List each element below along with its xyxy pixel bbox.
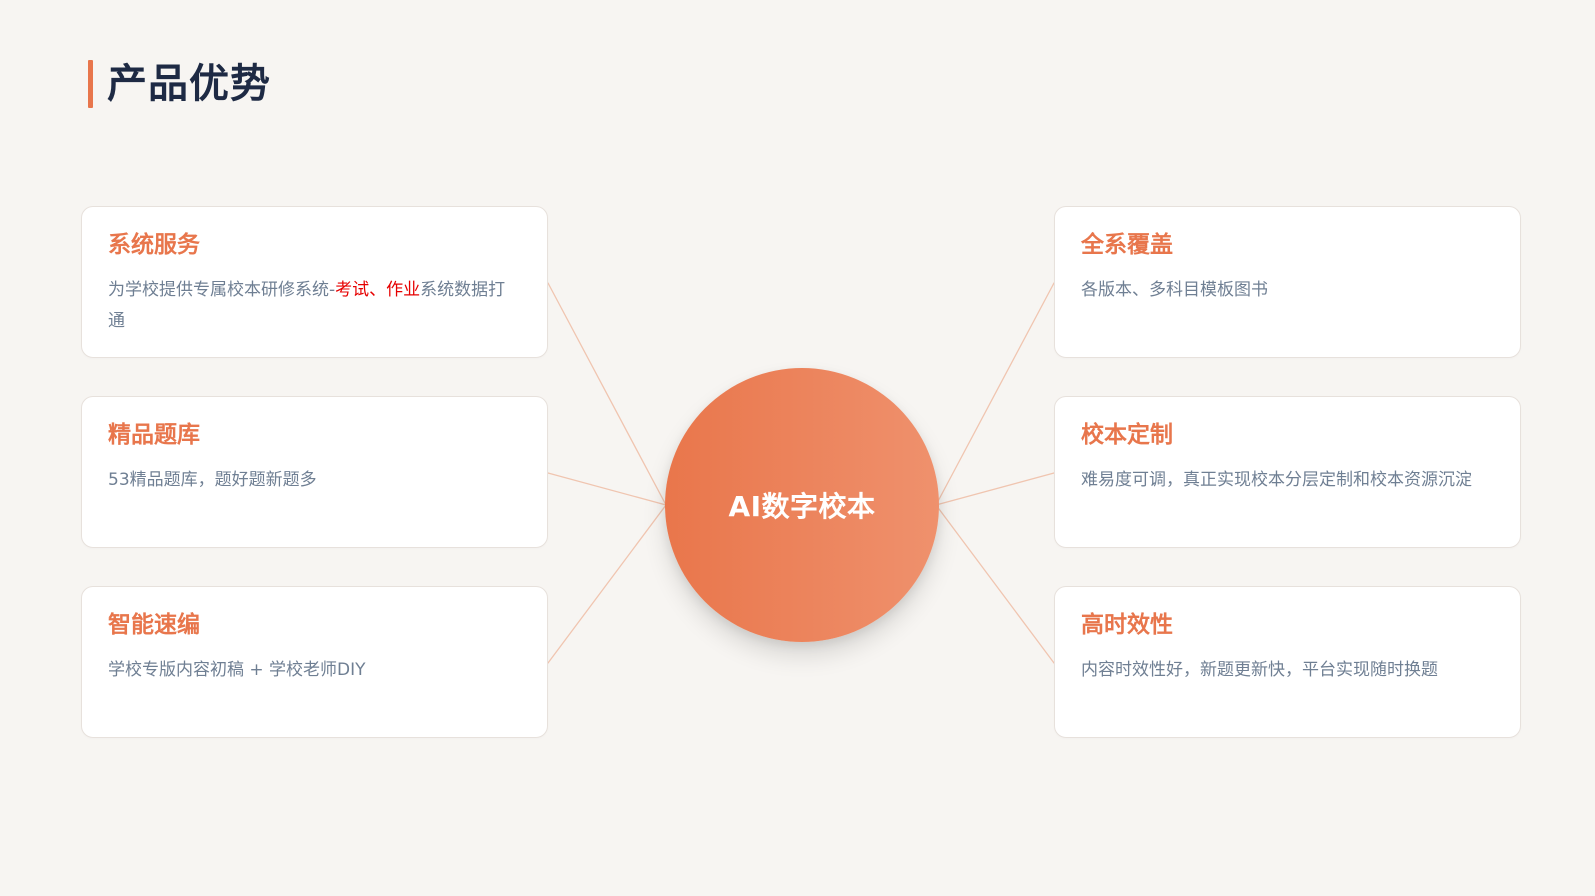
card-desc-system-service: 为学校提供专属校本研修系统-考试、作业系统数据打通 (108, 275, 521, 337)
card-desc-system-service-highlight-homework: 作业 (386, 280, 421, 300)
card-title-school-customization: 校本定制 (1081, 422, 1173, 448)
connector-quality-question-bank (547, 472, 667, 506)
card-smart-editing: 智能速编 学校专版内容初稿 + 学校老师DIY (81, 586, 548, 738)
card-system-service: 系统服务 为学校提供专属校本研修系统-考试、作业系统数据打通 (81, 206, 548, 358)
card-title-smart-editing: 智能速编 (108, 612, 200, 638)
connector-system-service (547, 282, 667, 506)
connector-smart-editing (547, 504, 667, 664)
connector-full-coverage (935, 282, 1055, 506)
card-desc-school-customization: 难易度可调，真正实现校本分层定制和校本资源沉淀 (1081, 470, 1472, 490)
card-desc-system-service-highlight-exam: 考试 (335, 280, 370, 300)
card-desc-quality-question-bank: 53精品题库，题好题新题多 (108, 470, 317, 490)
card-quality-question-bank: 精品题库 53精品题库，题好题新题多 (81, 396, 548, 548)
card-title-quality-question-bank: 精品题库 (108, 422, 200, 448)
hub-label: AI数字校本 (728, 490, 876, 523)
ai-digital-school-hub: AI数字校本 (665, 368, 939, 642)
page-title: 产品优势 (107, 61, 271, 107)
card-title-system-service: 系统服务 (108, 232, 200, 258)
card-desc-high-timeliness: 内容时效性好，新题更新快，平台实现随时换题 (1081, 660, 1438, 680)
card-title-full-coverage: 全系覆盖 (1081, 232, 1173, 258)
card-high-timeliness: 高时效性 内容时效性好，新题更新快，平台实现随时换题 (1054, 586, 1521, 738)
connector-high-timeliness (935, 504, 1055, 664)
product-advantages-slide: 产品优势 系统服务 为学校提供专属校本研修系统-考试、作业系统数据打通 精品题库… (0, 0, 1595, 896)
card-school-customization: 校本定制 难易度可调，真正实现校本分层定制和校本资源沉淀 (1054, 396, 1521, 548)
card-desc-system-service-prefix: 为学校提供专属校本研修系统- (108, 280, 336, 300)
connector-school-customization (935, 472, 1055, 506)
card-desc-full-coverage: 各版本、多科目模板图书 (1081, 280, 1268, 300)
card-title-high-timeliness: 高时效性 (1081, 612, 1173, 638)
card-desc-system-service-separator: 、 (369, 280, 387, 300)
title-block: 产品优势 (88, 60, 271, 108)
card-full-coverage: 全系覆盖 各版本、多科目模板图书 (1054, 206, 1521, 358)
title-accent-bar (88, 60, 93, 108)
card-desc-smart-editing: 学校专版内容初稿 + 学校老师DIY (108, 660, 366, 680)
